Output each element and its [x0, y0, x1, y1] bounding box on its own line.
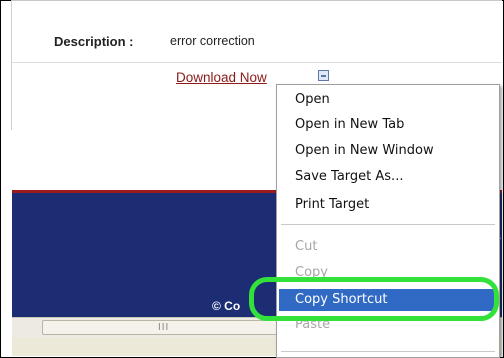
- menu-separator: [281, 224, 495, 225]
- menu-item-save-target-as[interactable]: Save Target As...: [279, 166, 497, 188]
- left-divider: [11, 0, 12, 130]
- scrollbar-thumb[interactable]: III: [42, 320, 292, 335]
- download-info-icon[interactable]: [318, 70, 329, 81]
- download-now-link[interactable]: Download Now: [176, 70, 267, 85]
- menu-item-paste[interactable]: Paste: [279, 314, 497, 336]
- description-label: Description :: [54, 34, 134, 49]
- top-divider: [12, 0, 502, 1]
- menu-item-copy-shortcut[interactable]: Copy Shortcut: [279, 289, 497, 311]
- copyright-text: © Co: [212, 299, 241, 313]
- menu-separator: [281, 351, 495, 352]
- menu-item-print-target[interactable]: Print Target: [279, 194, 497, 216]
- menu-item-copy[interactable]: Copy: [279, 262, 497, 284]
- menu-item-open-new-tab[interactable]: Open in New Tab: [279, 114, 497, 136]
- menu-item-cut[interactable]: Cut: [279, 236, 497, 258]
- scrollbar-grip-icon: III: [158, 322, 170, 333]
- description-value: error correction: [170, 34, 255, 48]
- menu-item-open-new-window[interactable]: Open in New Window: [279, 140, 497, 162]
- row-divider: [12, 62, 502, 63]
- context-menu: Open Open in New Tab Open in New Window …: [276, 84, 500, 358]
- menu-item-open[interactable]: Open: [279, 89, 497, 111]
